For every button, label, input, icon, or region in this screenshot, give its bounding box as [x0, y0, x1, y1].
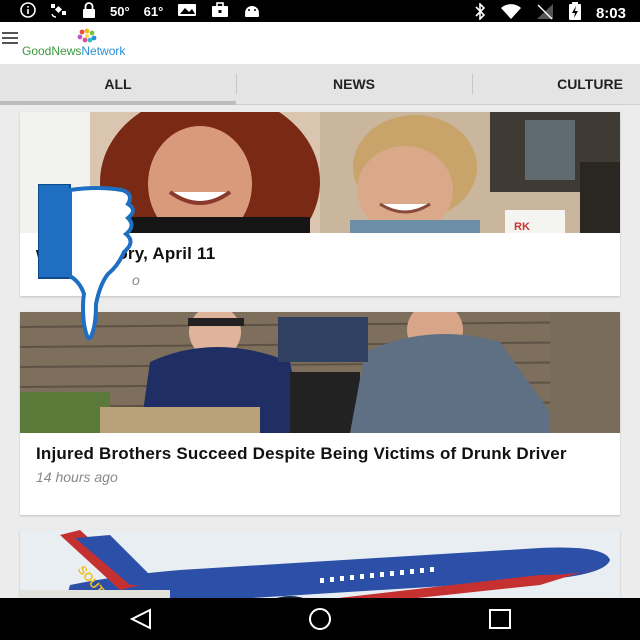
logo-text: GoodNewsNetwork — [22, 44, 125, 58]
article-title[interactable]: Injured Brothers Succeed Despite Being V… — [20, 445, 620, 463]
menu-icon[interactable] — [2, 32, 18, 44]
satellite-icon — [50, 2, 68, 21]
status-bar: 50° 61° 8:03 — [0, 0, 640, 22]
svg-text:RK: RK — [514, 221, 530, 233]
logo-flower-icon — [77, 28, 97, 43]
photo-icon — [177, 2, 197, 21]
back-icon[interactable] — [128, 607, 154, 631]
status-right: 8:03 — [474, 1, 626, 24]
lock-icon — [82, 2, 96, 21]
status-left: 50° 61° — [20, 2, 261, 21]
logo-text-network: Network — [81, 44, 126, 58]
android-icon — [243, 2, 261, 21]
bluetooth-icon — [474, 1, 486, 24]
article-image[interactable]: SOUTHWEST — [20, 530, 620, 598]
thumbs-down-icon — [38, 184, 135, 341]
article-card[interactable]: SOUTHWEST — [20, 530, 620, 598]
article-feed[interactable]: RK ws in History, April 11 o Injured Bro… — [0, 104, 640, 598]
briefcase-icon — [211, 2, 229, 21]
wifi-icon — [500, 3, 522, 24]
app-bar: GoodNewsNetwork — [0, 22, 640, 64]
home-icon[interactable] — [306, 607, 334, 631]
recents-icon[interactable] — [487, 607, 513, 631]
temperature-1: 50° — [110, 4, 130, 19]
temperature-2: 61° — [143, 4, 164, 19]
clock: 8:03 — [595, 4, 626, 22]
tab-culture[interactable]: CULTURE — [472, 64, 640, 104]
tab-news[interactable]: NEWS — [236, 64, 472, 104]
logo-text-good-news: GoodNews — [22, 44, 82, 58]
battery-icon — [568, 2, 582, 24]
info-icon — [20, 2, 36, 21]
article-time: 14 hours ago — [36, 469, 118, 485]
signal-icon — [536, 3, 554, 24]
tab-bar: ALL NEWS CULTURE — [0, 64, 640, 105]
tab-all[interactable]: ALL — [0, 64, 236, 104]
navigation-bar — [0, 598, 640, 640]
